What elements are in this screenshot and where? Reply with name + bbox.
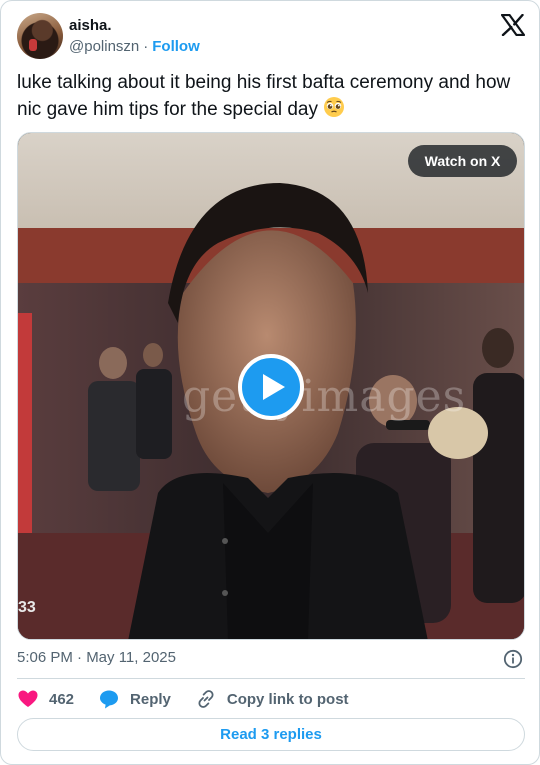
pleading-face-icon bbox=[324, 97, 345, 117]
author-handle[interactable]: @polinszn bbox=[69, 38, 139, 55]
x-logo-icon[interactable] bbox=[501, 14, 525, 36]
watch-on-x-button[interactable]: Watch on X bbox=[408, 145, 517, 177]
info-icon[interactable] bbox=[503, 649, 523, 669]
watermark-logo: gettyimages bbox=[182, 371, 467, 422]
follow-button[interactable]: Follow bbox=[152, 38, 200, 55]
tweet-card: aisha. @polinszn · Follow luke talking abo… bbox=[0, 0, 540, 765]
reply-bubble-icon bbox=[100, 690, 119, 709]
tweet-timestamp[interactable]: 5:06 PM · May 11, 2025 bbox=[17, 649, 176, 666]
avatar[interactable] bbox=[17, 13, 63, 59]
video-player[interactable]: Watch on X gettyimages 33 bbox=[17, 132, 525, 640]
author-handle-row: @polinszn · Follow bbox=[69, 38, 200, 55]
action-bar: 462 Reply Copy link to post bbox=[17, 687, 349, 711]
separator: · bbox=[143, 38, 149, 55]
play-icon bbox=[263, 374, 285, 400]
divider bbox=[17, 678, 525, 679]
copy-link-button[interactable]: Copy link to post bbox=[195, 688, 349, 710]
heart-icon bbox=[18, 690, 38, 707]
likes-count: 462 bbox=[49, 690, 75, 708]
read-replies-button[interactable]: Read 3 replies bbox=[17, 718, 525, 751]
author-name[interactable]: aisha. bbox=[69, 17, 112, 34]
reply-button[interactable]: Reply bbox=[98, 688, 171, 710]
copy-link-label: Copy link to post bbox=[226, 690, 349, 708]
frame-label: 33 bbox=[18, 599, 36, 616]
reply-label: Reply bbox=[130, 690, 171, 708]
tweet-text: luke talking about it being his first ba… bbox=[17, 70, 522, 123]
link-icon bbox=[198, 690, 214, 708]
like-button[interactable]: 462 bbox=[17, 688, 74, 710]
play-button[interactable] bbox=[238, 354, 304, 420]
tweet-body: luke talking about it being his first ba… bbox=[17, 72, 511, 120]
